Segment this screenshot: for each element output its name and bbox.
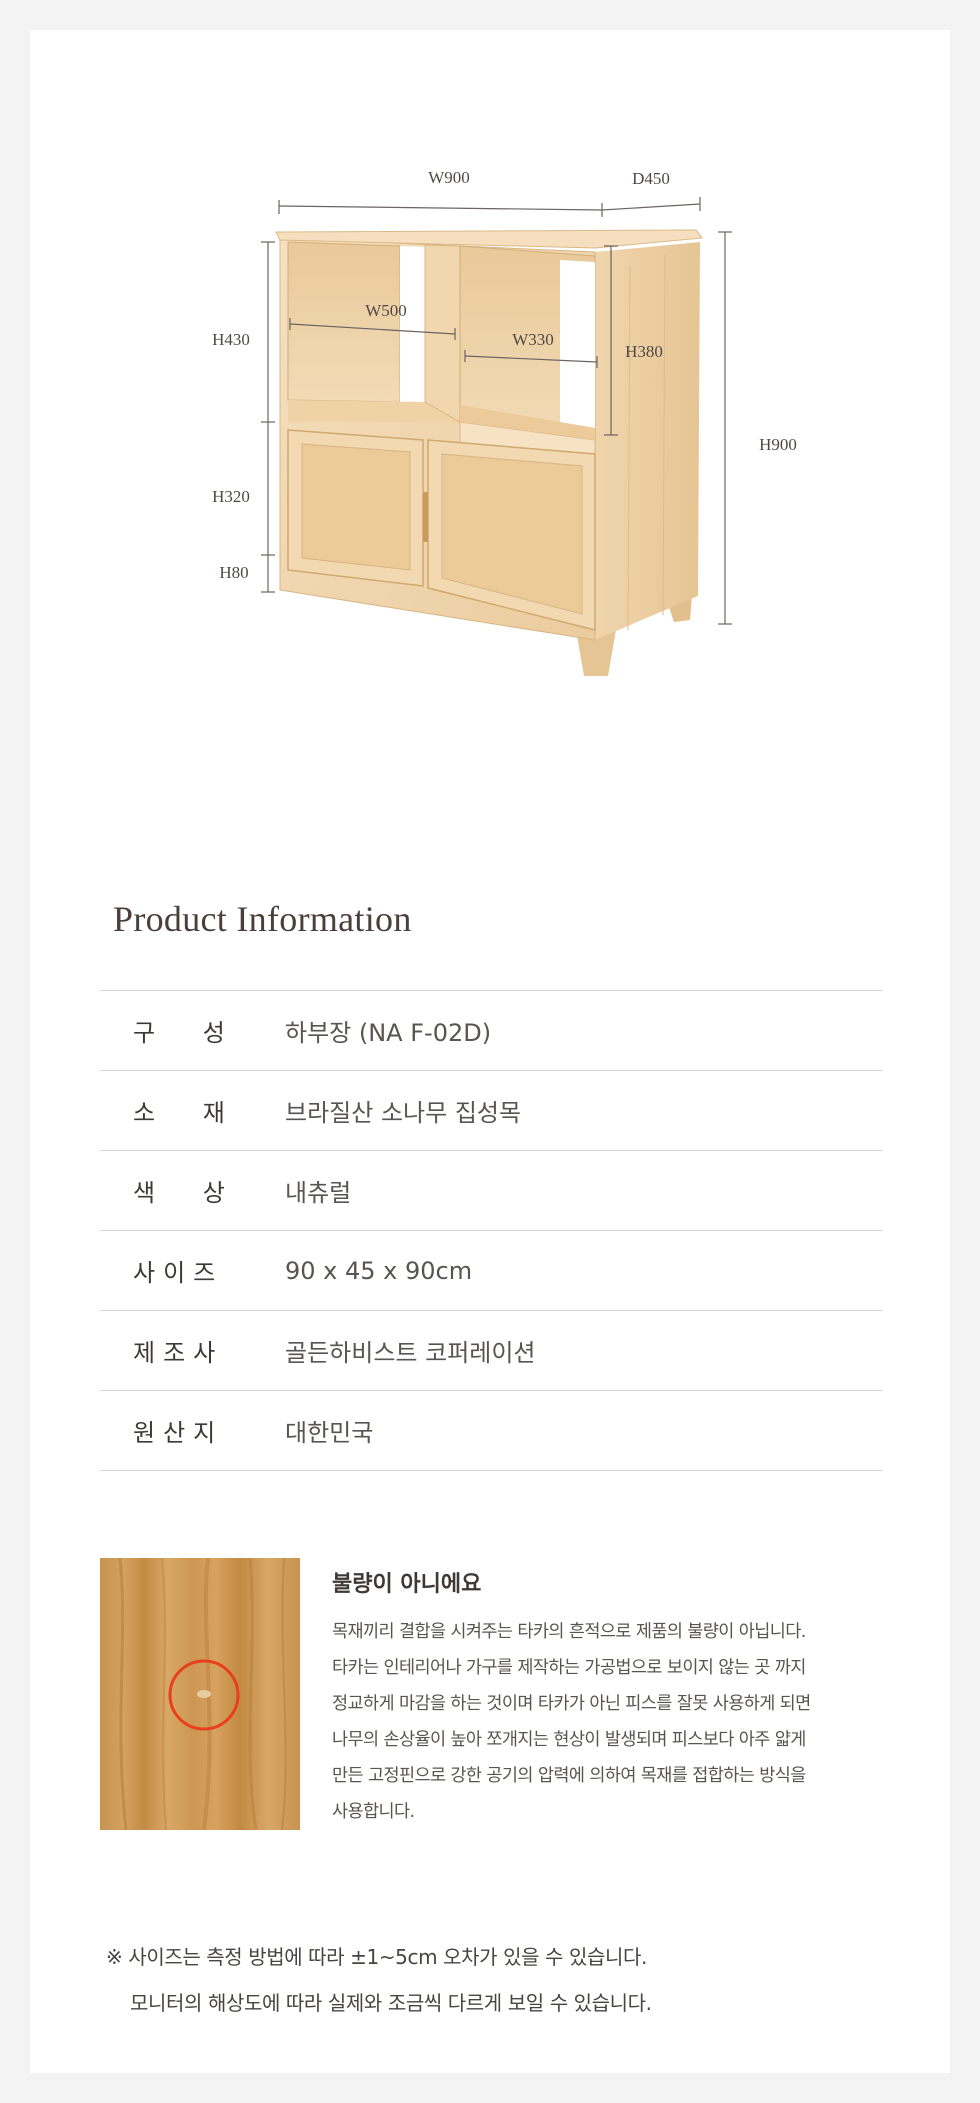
product-info-table: 구 성 하부장 (NA F-02D) 소 재 브라질산 소나무 집성목 색 상 … bbox=[100, 990, 883, 1471]
row-value: 90 x 45 x 90cm bbox=[285, 1256, 473, 1285]
dim-w330: W330 bbox=[512, 330, 554, 349]
cabinet-illustration bbox=[261, 197, 732, 676]
dim-h320: H320 bbox=[212, 487, 250, 506]
table-row: 소 재 브라질산 소나무 집성목 bbox=[100, 1071, 883, 1151]
row-value: 브라질산 소나무 집성목 bbox=[285, 1099, 522, 1127]
table-row: 제조사 골든하비스트 코퍼레이션 bbox=[100, 1311, 883, 1391]
row-label: 구 성 bbox=[133, 1019, 225, 1047]
dim-h900: H900 bbox=[759, 435, 797, 454]
note-body: 목재끼리 결합을 시켜주는 타카의 흔적으로 제품의 불량이 아닙니다. 타카는… bbox=[332, 1614, 883, 1830]
dim-h380: H380 bbox=[625, 342, 663, 361]
dim-h430: H430 bbox=[212, 330, 250, 349]
table-row: 사이즈 90 x 45 x 90cm bbox=[100, 1231, 883, 1311]
note-line: 정교하게 마감을 하는 것이며 타카가 아닌 피스를 잘못 사용하게 되면 bbox=[332, 1694, 811, 1714]
dim-h80: H80 bbox=[219, 563, 249, 582]
product-detail-sheet: W900 D450 H430 H320 H80 W500 W330 H380 H… bbox=[30, 30, 950, 2073]
row-label: 제조사 bbox=[133, 1339, 224, 1367]
staple-mark bbox=[197, 1690, 211, 1698]
defect-note: 불량이 아니에요 목재끼리 결합을 시켜주는 타카의 흔적으로 제품의 불량이 … bbox=[100, 1558, 883, 1830]
footnote-line-1: ※ 사이즈는 측정 방법에 따라 ±1~5cm 오차가 있을 수 있습니다. bbox=[106, 1945, 647, 1969]
row-label: 사이즈 bbox=[133, 1259, 224, 1287]
table-row: 색 상 내츄럴 bbox=[100, 1151, 883, 1231]
footnote-line-2: 모니터의 해상도에 따라 실제와 조금씩 다르게 보일 수 있습니다. bbox=[130, 1991, 652, 2015]
note-title: 불량이 아니에요 bbox=[332, 1572, 482, 1597]
dim-w900: W900 bbox=[428, 168, 470, 187]
dimension-diagram: W900 D450 H430 H320 H80 W500 W330 H380 H… bbox=[30, 30, 950, 810]
note-line: 만든 고정핀으로 강한 공기의 압력에 의하여 목재를 접합하는 방식을 bbox=[332, 1766, 806, 1786]
row-label: 소 재 bbox=[133, 1099, 225, 1127]
note-line: 나무의 손상율이 높아 쪼개지는 현상이 발생되며 피스보다 아주 얇게 bbox=[332, 1730, 806, 1750]
door-handle bbox=[423, 492, 428, 542]
row-value: 하부장 (NA F-02D) bbox=[285, 1019, 492, 1047]
dim-d450: D450 bbox=[632, 169, 670, 188]
row-value: 골든하비스트 코퍼레이션 bbox=[285, 1339, 536, 1367]
size-footnote: ※ 사이즈는 측정 방법에 따라 ±1~5cm 오차가 있을 수 있습니다. 모… bbox=[106, 1934, 652, 2026]
note-line: 사용합니다. bbox=[332, 1802, 415, 1822]
row-label: 원산지 bbox=[133, 1419, 224, 1447]
row-value: 대한민국 bbox=[285, 1419, 374, 1447]
wood-closeup-image bbox=[100, 1558, 300, 1830]
row-label: 색 상 bbox=[133, 1179, 225, 1207]
row-value: 내츄럴 bbox=[285, 1179, 352, 1207]
section-title: Product Information bbox=[113, 899, 412, 939]
note-line: 타카는 인테리어나 가구를 제작하는 가공법으로 보이지 않는 곳 까지 bbox=[332, 1658, 806, 1678]
dim-w500: W500 bbox=[365, 301, 407, 320]
note-line: 목재끼리 결합을 시켜주는 타카의 흔적으로 제품의 불량이 아닙니다. bbox=[332, 1622, 806, 1642]
table-row: 구 성 하부장 (NA F-02D) bbox=[100, 991, 883, 1071]
table-row: 원산지 대한민국 bbox=[100, 1391, 883, 1471]
